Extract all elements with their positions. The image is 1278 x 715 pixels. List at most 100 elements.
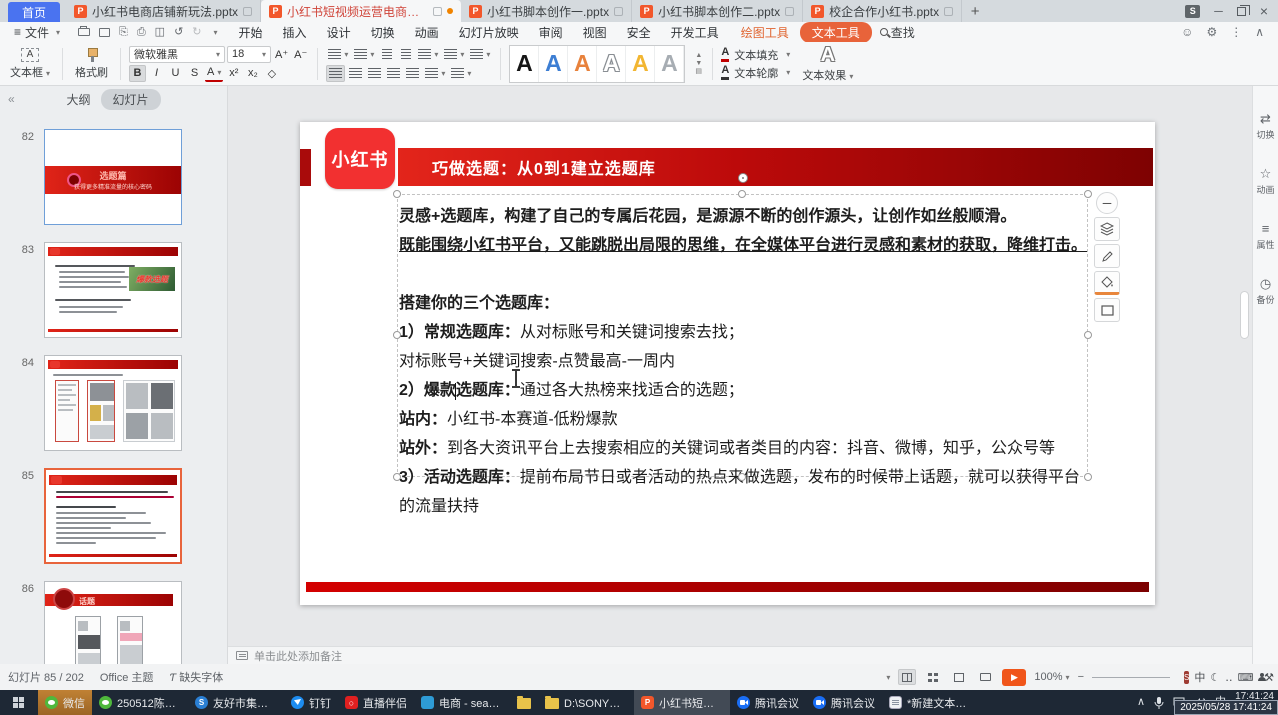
resize-handle-s[interactable] — [738, 473, 746, 481]
open-icon[interactable] — [78, 28, 90, 36]
slide-thumbnail-86[interactable]: 86 话题 — [0, 581, 227, 664]
font-size-select[interactable]: 18▾ — [227, 46, 271, 63]
document-tab-2[interactable]: P小红书脚本创作一.pptx — [461, 0, 632, 22]
close-button[interactable]: × — [1260, 4, 1268, 18]
more-options-icon[interactable]: ⋮ — [1230, 25, 1242, 39]
justify-button[interactable] — [385, 65, 402, 82]
taskbar-item-D:\SONY素材[interactable]: D:\SONY素材 — [538, 690, 634, 715]
increase-indent-button[interactable] — [397, 46, 414, 63]
distribute-button[interactable] — [404, 65, 421, 82]
ime-keyboard-icon[interactable]: ⌨ — [1238, 671, 1254, 684]
slide-thumbnail-83[interactable]: 83 爆款选题 — [0, 242, 227, 338]
decrease-indent-button[interactable] — [378, 46, 395, 63]
taskbar-item-小红书短视频运...[interactable]: P小红书短视频运... — [634, 690, 730, 715]
bullet-list-button[interactable]: ▾ — [326, 46, 350, 63]
font-name-select[interactable]: 微软雅黑▾ — [129, 46, 225, 63]
document-tab-3[interactable]: P小红书脚本创作二.pptx — [632, 0, 803, 22]
slide-body-text[interactable]: 灵感+选题库，构建了自己的专属后花园，是源源不断的创作源头，让创作如丝般顺滑。既… — [399, 202, 1099, 521]
resize-handle-w[interactable] — [393, 331, 401, 339]
collapse-tools-button[interactable]: ─ — [1096, 192, 1118, 214]
align-left-button[interactable] — [326, 65, 345, 82]
theme-name[interactable]: Office 主题 — [100, 669, 154, 685]
tab-outline[interactable]: 大纲 — [66, 91, 90, 108]
slide-85[interactable]: 巧做选题：从0到1建立选题库 小红书 灵感+选题库，构建了自己的专属后花园，是源… — [300, 122, 1155, 605]
format-painter-button[interactable]: 格式刷 — [71, 48, 112, 80]
context-tab-绘图工具[interactable]: 绘图工具 — [732, 22, 798, 43]
superscript-button[interactable]: x² — [225, 65, 242, 82]
numbered-list-button[interactable]: ▾ — [352, 46, 376, 63]
collapse-ribbon-icon[interactable]: ∧ — [1255, 25, 1264, 39]
document-tab-4[interactable]: P校企合作小红书.pptx — [803, 0, 962, 22]
tab-pin-icon[interactable] — [243, 7, 252, 16]
tab-pin-icon[interactable] — [785, 7, 794, 16]
resize-handle-n[interactable] — [738, 190, 746, 198]
start-button[interactable] — [0, 690, 38, 715]
zoom-slider[interactable] — [1092, 677, 1170, 678]
restore-button[interactable] — [1237, 7, 1246, 16]
taskbar-item-腾讯会议[interactable]: 腾讯会议 — [806, 690, 882, 715]
save-icon[interactable] — [99, 28, 110, 37]
wordart-style-5[interactable]: A — [626, 46, 655, 82]
ime-settings-icon[interactable]: ⚒ — [1264, 671, 1274, 684]
resize-handle-e[interactable] — [1084, 331, 1092, 339]
text-fill-button[interactable]: A 文本填充▾ — [721, 47, 790, 63]
slide-thumbnail-84[interactable]: 84 — [0, 355, 227, 451]
align-right-button[interactable] — [366, 65, 383, 82]
notes-toggle-button[interactable]: ▾ — [883, 671, 890, 683]
slide-thumbnail-85-current[interactable]: 85 — [0, 468, 227, 564]
ribbon-tab-插入[interactable]: 插入 — [274, 22, 316, 43]
slide-thumbnail-82[interactable]: 82 选题篇 获得更多精准流量的核心密码 — [0, 129, 227, 225]
ime-logo-icon[interactable]: S — [1184, 671, 1189, 684]
minimize-button[interactable]: ─ — [1214, 5, 1223, 17]
slide-sorter-view-button[interactable] — [924, 669, 942, 685]
tray-expand-icon[interactable]: ∧ — [1137, 697, 1145, 708]
home-tab[interactable]: 首页 — [8, 2, 60, 22]
ribbon-tab-开发工具[interactable]: 开发工具 — [662, 22, 728, 43]
text-direction-button[interactable]: ▾ — [416, 46, 440, 63]
underline-button[interactable]: U — [167, 65, 184, 82]
right-panel-item-属性[interactable]: ≡属性 — [1253, 222, 1278, 251]
line-spacing-button[interactable]: ▾ — [423, 65, 447, 82]
taskbar-item-微信[interactable]: 微信 — [38, 690, 92, 715]
textbox-button[interactable]: A 文本框▾ — [6, 48, 54, 80]
paragraph-more-button[interactable]: ▾ — [468, 46, 492, 63]
ribbon-tab-幻灯片放映[interactable]: 幻灯片放映 — [450, 22, 528, 43]
taskbar-item-直播伴侣[interactable]: 直播伴侣 — [338, 690, 414, 715]
tab-slides[interactable]: 幻灯片 — [101, 89, 161, 110]
print-icon[interactable]: ⎙ — [137, 27, 146, 38]
user-badge[interactable]: S — [1185, 5, 1200, 18]
indent-settings-button[interactable]: ▾ — [449, 65, 473, 82]
ime-account-icon[interactable] — [1258, 673, 1259, 681]
resize-handle-ne[interactable] — [1084, 190, 1092, 198]
zoom-out-button[interactable]: − — [1078, 671, 1084, 683]
document-tab-0[interactable]: P小红书电商店铺新玩法.pptx — [66, 0, 261, 22]
missing-font-warning[interactable]: Ƭ 缺失字体 — [169, 669, 223, 685]
clear-format-button[interactable]: ◇ — [263, 65, 280, 82]
ime-fullhalf-icon[interactable]: ☾ — [1210, 671, 1220, 684]
document-tab-1[interactable]: P小红书短视频运营电商版.pptx — [261, 0, 461, 22]
ribbon-tab-设计[interactable]: 设计 — [318, 22, 360, 43]
canvas-scrollbar[interactable] — [1240, 291, 1249, 339]
chevron-down-icon[interactable]: ▾ — [214, 28, 218, 37]
wordart-style-3[interactable]: A — [568, 46, 597, 82]
normal-view-button[interactable] — [898, 669, 916, 685]
strikethrough-button[interactable]: S — [186, 65, 203, 82]
taskbar-item-250512陈氏茶业...[interactable]: 250512陈氏茶业... — [92, 690, 188, 715]
right-panel-item-动画[interactable]: ☆动画 — [1253, 167, 1278, 196]
find-button[interactable]: 查找 — [880, 24, 915, 41]
export-icon[interactable]: ⎘ — [119, 27, 128, 38]
increase-font-button[interactable]: A⁺ — [273, 46, 290, 63]
wordart-style-6[interactable]: A — [655, 46, 684, 82]
reading-view-button[interactable] — [950, 669, 968, 685]
text-effect-button[interactable]: A 文本效果▾ — [798, 45, 857, 83]
resize-handle-nw[interactable] — [393, 190, 401, 198]
wordart-scroll[interactable]: ▲▼▤ — [693, 52, 704, 75]
wordart-style-1[interactable]: A — [510, 46, 539, 82]
tab-pin-icon[interactable] — [614, 7, 623, 16]
taskbar-item-友好市集商品报名[interactable]: S友好市集商品报名 — [188, 690, 284, 715]
slide-title-banner[interactable]: 巧做选题：从0到1建立选题库 — [398, 148, 1153, 186]
taskbar-item-folder[interactable] — [510, 690, 538, 715]
gear-icon[interactable]: ⚙ — [1206, 25, 1217, 39]
right-panel-item-切换[interactable]: ⇄切换 — [1253, 112, 1278, 141]
ribbon-tab-安全[interactable]: 安全 — [618, 22, 660, 43]
